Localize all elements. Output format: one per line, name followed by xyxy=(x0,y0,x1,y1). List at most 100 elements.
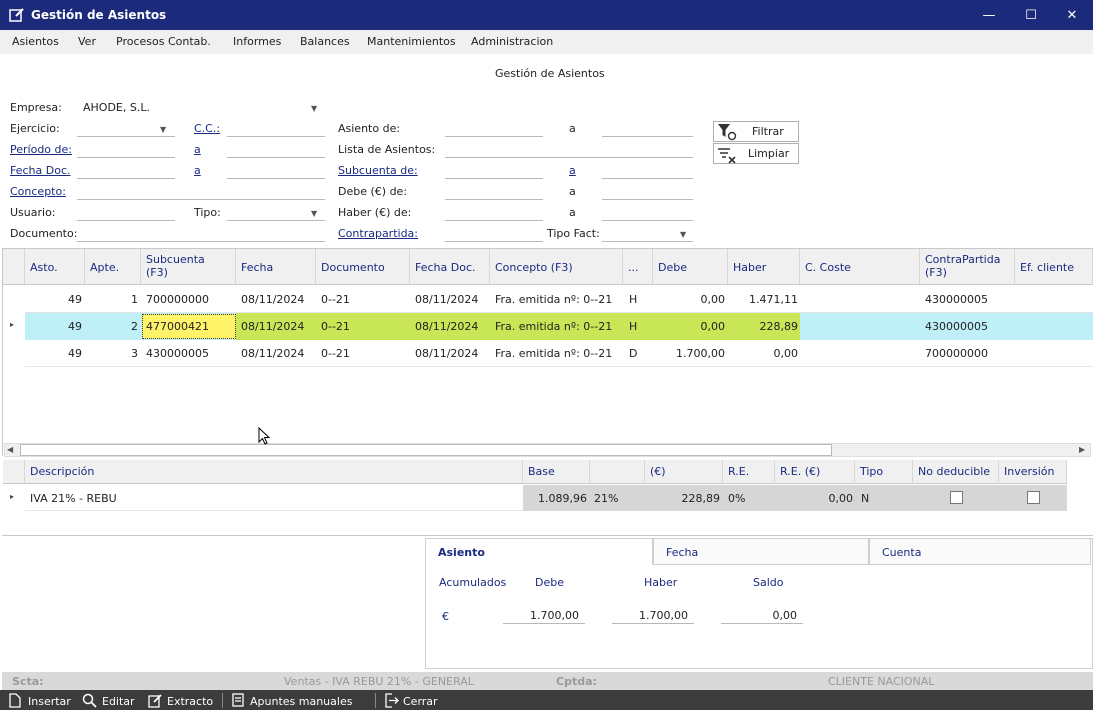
haber-from-field[interactable] xyxy=(445,204,543,221)
col-asto[interactable]: Asto. xyxy=(25,249,85,285)
contrapartida-field[interactable] xyxy=(445,225,543,242)
cell-apte[interactable]: 3 xyxy=(85,347,138,360)
cell-fecha-doc[interactable]: 08/11/2024 xyxy=(415,347,490,360)
cell-debe[interactable]: 0,00 xyxy=(653,320,726,333)
empresa-select[interactable]: AHODE, S.L. xyxy=(77,99,325,116)
vat-pct[interactable]: 21% xyxy=(594,492,634,505)
cell-dh[interactable]: H xyxy=(629,293,649,306)
col-pct[interactable] xyxy=(590,460,645,484)
cell-contrapartida[interactable]: 430000005 xyxy=(925,320,1015,333)
menu-procesos[interactable]: Procesos Contab. xyxy=(116,35,211,48)
col-inversion[interactable]: Inversión xyxy=(999,460,1067,484)
scrollbar-thumb[interactable] xyxy=(20,444,832,456)
cell-fecha[interactable]: 08/11/2024 xyxy=(241,347,316,360)
col-fecha-doc[interactable]: Fecha Doc. xyxy=(410,249,490,285)
col-re-eur[interactable]: R.E. (€) xyxy=(775,460,855,484)
col-documento[interactable]: Documento xyxy=(316,249,410,285)
cell-subcuenta[interactable]: 700000000 xyxy=(146,293,236,306)
cell-haber[interactable]: 228,89 xyxy=(728,320,799,333)
tab-fecha[interactable]: Fecha xyxy=(653,538,869,565)
col-cuota[interactable]: (€) xyxy=(645,460,723,484)
filtrar-button[interactable]: Filtrar xyxy=(713,121,799,142)
cell-apte[interactable]: 1 xyxy=(85,293,138,306)
cell-contrapartida[interactable]: 430000005 xyxy=(925,293,1015,306)
menu-administracion[interactable]: Administracion xyxy=(471,35,553,48)
cell-haber[interactable]: 0,00 xyxy=(728,347,799,360)
vat-re[interactable]: 0% xyxy=(728,492,768,505)
fechadoc-to-field[interactable] xyxy=(227,162,325,179)
cell-documento[interactable]: 0--21 xyxy=(321,320,410,333)
subcuenta-a-label[interactable]: a xyxy=(569,164,576,177)
col-dh[interactable]: ... xyxy=(623,249,653,285)
subcuenta-label[interactable]: Subcuenta de: xyxy=(338,164,418,177)
cell-subcuenta[interactable]: 477000421 xyxy=(146,320,234,333)
minimize-button[interactable]: — xyxy=(968,0,1010,30)
menu-ver[interactable]: Ver xyxy=(78,35,96,48)
cell-asto[interactable]: 49 xyxy=(25,293,82,306)
maximize-button[interactable]: ☐ xyxy=(1010,0,1052,30)
cell-concepto[interactable]: Fra. emitida nº: 0--21 xyxy=(495,293,623,306)
cell-subcuenta[interactable]: 430000005 xyxy=(146,347,236,360)
concepto-label[interactable]: Concepto: xyxy=(10,185,66,198)
lista-asientos-field[interactable] xyxy=(445,141,693,158)
col-tipo[interactable]: Tipo xyxy=(855,460,913,484)
vat-base[interactable]: 1.089,96 xyxy=(523,492,587,505)
col-contrapartida[interactable]: ContraPartida (F3) xyxy=(920,249,1015,285)
menu-asientos[interactable]: Asientos xyxy=(12,35,59,48)
scroll-right-icon[interactable]: ▶ xyxy=(1079,445,1085,454)
debe-to-field[interactable] xyxy=(602,183,693,200)
cell-fecha[interactable]: 08/11/2024 xyxy=(241,293,316,306)
cell-documento[interactable]: 0--21 xyxy=(321,347,410,360)
col-ccoste[interactable]: C. Coste xyxy=(800,249,920,285)
asiento-from-field[interactable] xyxy=(445,120,543,137)
tab-cuenta[interactable]: Cuenta xyxy=(869,538,1091,565)
haber-to-field[interactable] xyxy=(602,204,693,221)
col-apte[interactable]: Apte. xyxy=(85,249,141,285)
col-debe[interactable]: Debe xyxy=(653,249,728,285)
extracto-button[interactable]: Extracto xyxy=(146,690,216,710)
cell-asto[interactable]: 49 xyxy=(25,320,82,333)
scroll-left-icon[interactable]: ◀ xyxy=(7,445,13,454)
cell-contrapartida[interactable]: 700000000 xyxy=(925,347,1015,360)
debe-from-field[interactable] xyxy=(445,183,543,200)
apuntes-iva-button[interactable]: Apuntes manuales IVA xyxy=(229,690,369,721)
periodo-label[interactable]: Período de: xyxy=(10,143,72,156)
cell-asto[interactable]: 49 xyxy=(25,347,82,360)
cell-fecha[interactable]: 08/11/2024 xyxy=(241,320,316,333)
periodo-from-field[interactable] xyxy=(77,141,175,158)
col-re[interactable]: R.E. xyxy=(723,460,775,484)
cc-label[interactable]: C.C.: xyxy=(194,122,220,135)
cell-dh[interactable]: D xyxy=(629,347,649,360)
cell-debe[interactable]: 0,00 xyxy=(653,293,726,306)
menu-mantenimientos[interactable]: Mantenimientos xyxy=(367,35,456,48)
cell-dh[interactable]: H xyxy=(629,320,649,333)
limpiar-button[interactable]: Limpiar xyxy=(713,143,799,164)
cell-concepto[interactable]: Fra. emitida nº: 0--21 xyxy=(495,347,623,360)
fechadoc-label[interactable]: Fecha Doc. xyxy=(10,164,71,177)
concepto-field[interactable] xyxy=(77,183,325,200)
insertar-button[interactable]: Insertar xyxy=(6,690,74,710)
cc-field[interactable] xyxy=(227,120,325,137)
documento-field[interactable] xyxy=(77,225,325,242)
fechadoc-a-label[interactable]: a xyxy=(194,164,201,177)
col-haber[interactable]: Haber xyxy=(728,249,800,285)
col-efcliente[interactable]: Ef. cliente xyxy=(1015,249,1093,285)
cell-documento[interactable]: 0--21 xyxy=(321,293,410,306)
col-base[interactable]: Base xyxy=(523,460,590,484)
col-descripcion[interactable]: Descripción xyxy=(25,460,523,484)
subcuenta-from-field[interactable] xyxy=(445,162,543,179)
col-concepto[interactable]: Concepto (F3) xyxy=(490,249,623,285)
subcuenta-to-field[interactable] xyxy=(602,162,693,179)
asiento-to-field[interactable] xyxy=(602,120,693,137)
close-button[interactable]: ✕ xyxy=(1051,0,1093,30)
cell-debe[interactable]: 1.700,00 xyxy=(653,347,725,360)
vat-cuota[interactable]: 228,89 xyxy=(645,492,721,505)
editar-button[interactable]: Editar xyxy=(80,690,138,710)
vat-tipo[interactable]: N xyxy=(861,492,891,505)
tab-asiento[interactable]: Asiento xyxy=(425,538,653,565)
cell-apte[interactable]: 2 xyxy=(85,320,138,333)
cerrar-button[interactable]: Cerrar xyxy=(382,690,442,710)
cell-fecha-doc[interactable]: 08/11/2024 xyxy=(415,293,490,306)
cell-fecha-doc[interactable]: 08/11/2024 xyxy=(415,320,490,333)
col-fecha[interactable]: Fecha xyxy=(236,249,316,285)
